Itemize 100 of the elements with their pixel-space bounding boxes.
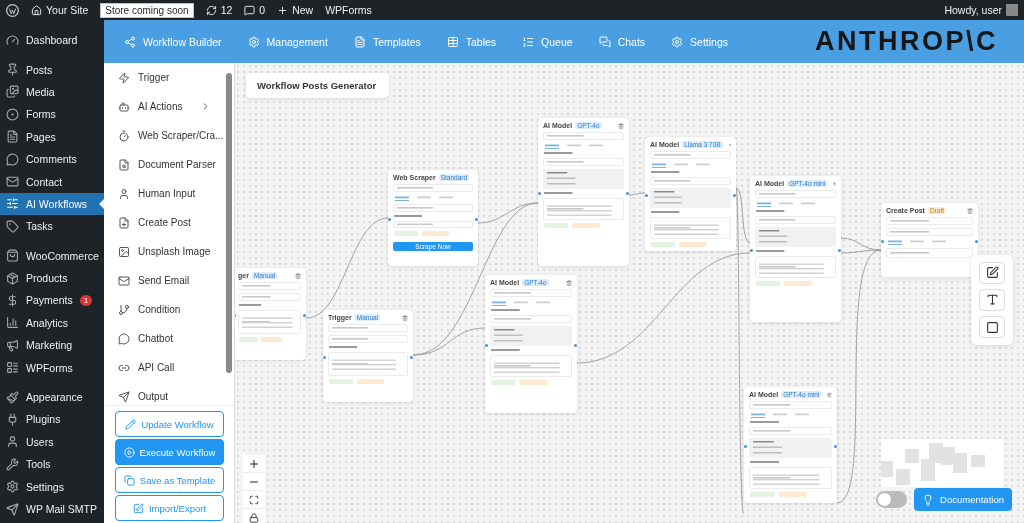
sidebar-item[interactable]: Users: [0, 430, 104, 454]
bar-chart-icon: [6, 316, 19, 330]
branch-icon: [118, 303, 130, 316]
document-icon: [118, 158, 130, 171]
delete-icon[interactable]: [827, 391, 832, 398]
settings-icon: [671, 35, 684, 48]
envelope-icon: [6, 175, 19, 189]
plus-icon: [277, 4, 289, 16]
input-port[interactable]: [485, 344, 488, 347]
form-icon: [6, 361, 19, 375]
palette-item[interactable]: AI Actions: [104, 92, 225, 121]
input-port[interactable]: [881, 240, 884, 243]
new-link[interactable]: New: [277, 4, 314, 16]
user-icon: [118, 187, 130, 200]
palette-item[interactable]: Document Parser: [104, 150, 225, 179]
box-icon: [6, 271, 19, 285]
sidebar-item[interactable]: Forms: [0, 103, 104, 126]
delete-icon[interactable]: [967, 207, 973, 214]
sliders-icon: [6, 197, 19, 211]
sidebar-item[interactable]: Tools: [0, 453, 104, 476]
sidebar-item[interactable]: Products: [0, 266, 104, 290]
gauge-icon: [6, 33, 19, 47]
output-port[interactable]: [975, 240, 978, 243]
input-port[interactable]: [750, 249, 753, 252]
site-link[interactable]: Your Site: [31, 4, 89, 16]
brand-logo: ANTHROP\C: [815, 26, 998, 57]
palette-item[interactable]: Output: [104, 382, 225, 405]
input-port[interactable]: [645, 194, 648, 197]
output-port[interactable]: [838, 249, 841, 252]
wordpress-logo-icon[interactable]: [6, 3, 19, 17]
tag-icon: [6, 219, 19, 233]
wrench-icon: [6, 457, 19, 471]
delete-icon[interactable]: [618, 122, 624, 129]
nodes-icon: [124, 35, 136, 48]
input-port[interactable]: [744, 445, 747, 448]
delete-icon[interactable]: [295, 272, 301, 279]
sidebar-item[interactable]: WooCommerce: [0, 244, 104, 267]
palette-item[interactable]: API Call: [104, 353, 225, 382]
sidebar-item[interactable]: Dashboard: [0, 29, 104, 52]
chat-icon: [118, 332, 130, 345]
sidebar-item[interactable]: Plugins: [0, 408, 104, 431]
document-icon: [353, 35, 366, 48]
page-icon: [6, 130, 19, 144]
comments-link[interactable]: 0: [244, 4, 266, 16]
delete-icon[interactable]: [402, 314, 408, 321]
store-badge[interactable]: Store coming soon: [100, 2, 194, 18]
text-icon[interactable]: [979, 289, 1005, 311]
rectangle-icon[interactable]: [979, 316, 1005, 339]
input-port[interactable]: [388, 218, 391, 221]
palette-item[interactable]: Send Email: [104, 266, 225, 295]
palette-item[interactable]: Human Input: [104, 179, 225, 208]
sidebar-item[interactable]: Contact: [0, 170, 104, 193]
edit-icon[interactable]: [979, 261, 1005, 284]
wpforms-link[interactable]: WPForms: [325, 4, 372, 16]
output-port[interactable]: [574, 344, 577, 347]
updates-link[interactable]: 12: [205, 4, 233, 16]
settings-icon: [6, 480, 19, 494]
input-port[interactable]: [323, 356, 326, 359]
bag-icon: [6, 249, 19, 263]
user-icon: [6, 435, 19, 449]
sidebar-item[interactable]: WPForms: [0, 356, 104, 379]
output-port[interactable]: [410, 356, 413, 359]
home-icon: [31, 4, 42, 16]
count-badge: 1: [79, 295, 93, 306]
sidebar-item[interactable]: Payments 1: [0, 289, 104, 312]
circle-icon: [6, 107, 19, 121]
file-plus-icon: [118, 216, 130, 229]
palette-item[interactable]: Trigger: [104, 63, 225, 92]
output-port[interactable]: [303, 314, 306, 317]
minimap[interactable]: [881, 439, 1003, 487]
workflow-title: Workflow Posts Generator: [246, 73, 389, 98]
edit-icon: [133, 502, 144, 514]
sidebar-item[interactable]: Settings: [0, 475, 104, 498]
sidebar-item[interactable]: Posts: [0, 58, 104, 81]
input-port[interactable]: [538, 192, 541, 195]
sidebar-item[interactable]: Marketing: [0, 334, 104, 357]
pin-icon: [6, 63, 19, 77]
sidebar-item[interactable]: Tasks: [0, 215, 104, 238]
palette-item[interactable]: Unsplash Image: [104, 237, 225, 266]
palette-item[interactable]: Condition: [104, 295, 225, 324]
output-port[interactable]: [626, 192, 629, 195]
output-port[interactable]: [475, 218, 478, 221]
account-link[interactable]: Howdy, user: [944, 4, 1018, 16]
sidebar-item[interactable]: AI Workflows: [0, 192, 104, 216]
output-port[interactable]: [733, 194, 736, 197]
sidebar-item[interactable]: Media: [0, 80, 104, 104]
palette-item[interactable]: Create Post: [104, 208, 225, 237]
sidebar-item[interactable]: Pages: [0, 125, 104, 148]
pencil-icon: [125, 418, 137, 430]
sidebar-item[interactable]: Analytics: [0, 311, 104, 335]
palette-item[interactable]: Web Scraper/Cra...: [104, 121, 225, 150]
theme-toggle[interactable]: [876, 491, 907, 508]
palette-item[interactable]: Chatbot: [104, 324, 225, 353]
sidebar-item[interactable]: WP Mail SMTP: [0, 497, 104, 521]
play-icon: [123, 446, 135, 458]
table-icon: [446, 35, 459, 48]
sidebar-item[interactable]: Appearance: [0, 385, 104, 409]
sidebar-item[interactable]: Comments: [0, 147, 104, 171]
output-port[interactable]: [834, 445, 837, 448]
delete-icon[interactable]: [566, 279, 572, 286]
